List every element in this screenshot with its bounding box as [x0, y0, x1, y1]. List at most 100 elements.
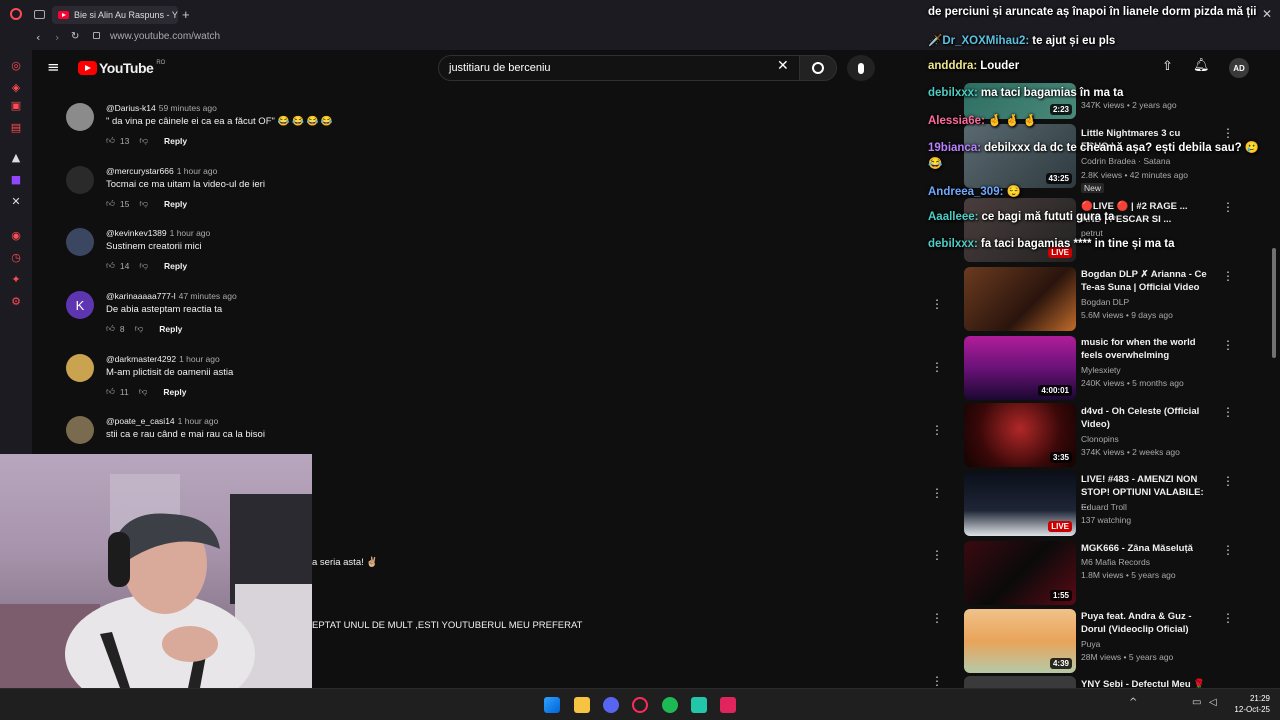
- start-icon[interactable]: [544, 697, 560, 713]
- search-button[interactable]: [799, 55, 837, 81]
- video-channel[interactable]: Mylesxiety: [1081, 365, 1121, 375]
- taskbar-clock[interactable]: 21:29 12-Oct-25: [1228, 693, 1270, 715]
- dislike-icon[interactable]: 👎︎: [139, 387, 148, 397]
- x-icon[interactable]: ✕: [9, 194, 23, 208]
- video-thumbnail[interactable]: 1:55: [964, 541, 1076, 605]
- video-more-options-icon[interactable]: ⋮: [1222, 269, 1234, 283]
- browser-tab-active[interactable]: Bie si Alin Au Raspuns - Y: [52, 6, 178, 24]
- voice-search-button[interactable]: [847, 55, 875, 81]
- dislike-icon[interactable]: 👎︎: [135, 324, 144, 334]
- video-thumbnail[interactable]: LIVE: [964, 472, 1076, 536]
- reload-icon[interactable]: ↻: [71, 31, 79, 42]
- discord-icon[interactable]: [603, 697, 619, 713]
- reply-button[interactable]: Reply: [159, 324, 182, 334]
- tray-chevron-icon[interactable]: ^: [1129, 697, 1137, 708]
- tiktok-icon[interactable]: [720, 697, 736, 713]
- comment-time[interactable]: 59 minutes ago: [159, 103, 217, 113]
- comment-author[interactable]: @poate_e_casi14: [106, 416, 175, 426]
- video-channel[interactable]: petrut: [1081, 228, 1103, 238]
- recommended-video[interactable]: 4:00:01 music for when the world feels o…: [964, 336, 1264, 400]
- opera-menu-icon[interactable]: [10, 8, 22, 20]
- reply-button[interactable]: Reply: [164, 261, 187, 271]
- extensions-icon[interactable]: ✦: [9, 272, 23, 286]
- search-input[interactable]: justitiaru de berceniu: [438, 55, 800, 81]
- video-channel[interactable]: Clonopins: [1081, 434, 1119, 444]
- comment-avatar[interactable]: K: [66, 291, 94, 319]
- video-more-options-icon[interactable]: ⋮: [1222, 543, 1234, 557]
- aria-icon[interactable]: ◎: [9, 58, 23, 72]
- like-icon[interactable]: 👍︎: [106, 261, 115, 271]
- comment-author[interactable]: @kevinkev1389: [106, 228, 167, 238]
- comment-time[interactable]: 1 hour ago: [177, 166, 218, 176]
- video-thumbnail[interactable]: LIVE: [964, 198, 1076, 262]
- file-explorer-icon[interactable]: [574, 697, 590, 713]
- games-icon[interactable]: ▣: [9, 98, 23, 112]
- clear-search-icon[interactable]: ✕: [777, 58, 789, 74]
- player-icon[interactable]: ◉: [9, 228, 23, 242]
- capcut-icon[interactable]: [691, 697, 707, 713]
- page-scrollbar[interactable]: [1272, 248, 1276, 358]
- recommended-video[interactable]: YNY Sebi - Defectul Meu 🌹: [964, 676, 1264, 688]
- video-channel[interactable]: M6 Mafia Records: [1081, 557, 1150, 567]
- settings-gear-icon[interactable]: ⚙: [9, 294, 23, 308]
- reply-button[interactable]: Reply: [164, 136, 187, 146]
- item-more-options-icon[interactable]: ⋮: [931, 674, 943, 688]
- dislike-icon[interactable]: 👎︎: [139, 199, 148, 209]
- network-icon[interactable]: ▭: [1192, 697, 1201, 708]
- tabs-icon[interactable]: [34, 10, 45, 19]
- messenger-icon[interactable]: ▤: [9, 120, 23, 134]
- like-icon[interactable]: 👍︎: [106, 387, 115, 397]
- video-thumbnail[interactable]: 3:35: [964, 403, 1076, 467]
- video-channel[interactable]: Eduard Troll: [1081, 502, 1127, 512]
- comment-avatar[interactable]: [66, 228, 94, 256]
- recommended-video[interactable]: Bogdan DLP ✗ Arianna - Ce Te-as Suna | O…: [964, 267, 1264, 331]
- video-more-options-icon[interactable]: ⋮: [1222, 611, 1234, 625]
- video-more-options-icon[interactable]: ⋮: [1222, 474, 1234, 488]
- item-more-options-icon[interactable]: ⋮: [931, 423, 943, 437]
- comment-author[interactable]: @darkmaster4292: [106, 354, 176, 364]
- comment-author[interactable]: @mercurystar666: [106, 166, 174, 176]
- recommended-video[interactable]: 4:39 Puya feat. Andra & Guz - Dorul (Vid…: [964, 609, 1264, 673]
- youtube-logo[interactable]: YouTube RO: [78, 60, 165, 76]
- comment-time[interactable]: 1 hour ago: [170, 228, 211, 238]
- reply-button[interactable]: Reply: [163, 387, 186, 397]
- comment-time[interactable]: 1 hour ago: [179, 354, 220, 364]
- ai-icon[interactable]: ▲: [9, 150, 23, 164]
- video-channel[interactable]: Puya: [1081, 639, 1100, 649]
- comment-avatar[interactable]: [66, 103, 94, 131]
- twitch-icon[interactable]: ■: [9, 172, 23, 186]
- recommended-video[interactable]: LIVE LIVE! #483 - AMENZI NON STOP! OPTIU…: [964, 472, 1264, 536]
- like-icon[interactable]: 👍︎: [106, 324, 115, 334]
- comment-author[interactable]: @karinaaaaa777-l: [106, 291, 176, 301]
- comment-avatar[interactable]: [66, 354, 94, 382]
- comment-avatar[interactable]: [66, 416, 94, 444]
- volume-icon[interactable]: ◁: [1209, 697, 1217, 708]
- video-thumbnail[interactable]: 4:00:01: [964, 336, 1076, 400]
- crypto-wallet-icon[interactable]: ◈: [9, 80, 23, 94]
- recommended-video[interactable]: 1:55 MGK666 - Zâna Măseluță M6 Mafia Rec…: [964, 541, 1264, 605]
- video-thumbnail[interactable]: 4:39: [964, 609, 1076, 673]
- video-thumbnail[interactable]: [964, 267, 1076, 331]
- like-icon[interactable]: 👍︎: [106, 199, 115, 209]
- comment-time[interactable]: 47 minutes ago: [179, 291, 237, 301]
- forward-icon[interactable]: ›: [55, 31, 59, 44]
- video-title[interactable]: YNY Sebi - Defectul Meu 🌹: [1081, 678, 1209, 688]
- dislike-icon[interactable]: 👎︎: [139, 261, 148, 271]
- new-tab-button[interactable]: +: [182, 7, 190, 22]
- video-channel[interactable]: Bogdan DLP: [1081, 297, 1129, 307]
- address-url[interactable]: www.youtube.com/watch: [110, 31, 220, 42]
- like-icon[interactable]: 👍︎: [106, 136, 115, 146]
- item-more-options-icon[interactable]: ⋮: [931, 486, 943, 500]
- video-title[interactable]: music for when the world feels overwhelm…: [1081, 336, 1209, 362]
- comment-avatar[interactable]: [66, 166, 94, 194]
- video-title[interactable]: MGK666 - Zâna Măseluță: [1081, 542, 1209, 555]
- history-icon[interactable]: ◷: [9, 250, 23, 264]
- video-more-options-icon[interactable]: ⋮: [1222, 200, 1234, 214]
- reply-button[interactable]: Reply: [164, 199, 187, 209]
- hamburger-menu-icon[interactable]: ≡: [47, 58, 60, 76]
- spotify-icon[interactable]: [662, 697, 678, 713]
- dislike-icon[interactable]: 👎︎: [139, 136, 148, 146]
- recommended-video[interactable]: 3:35 d4vd - Oh Celeste (Official Video) …: [964, 403, 1264, 467]
- comment-author[interactable]: @Darius-k14: [106, 103, 156, 113]
- comment-time[interactable]: 1 hour ago: [178, 416, 219, 426]
